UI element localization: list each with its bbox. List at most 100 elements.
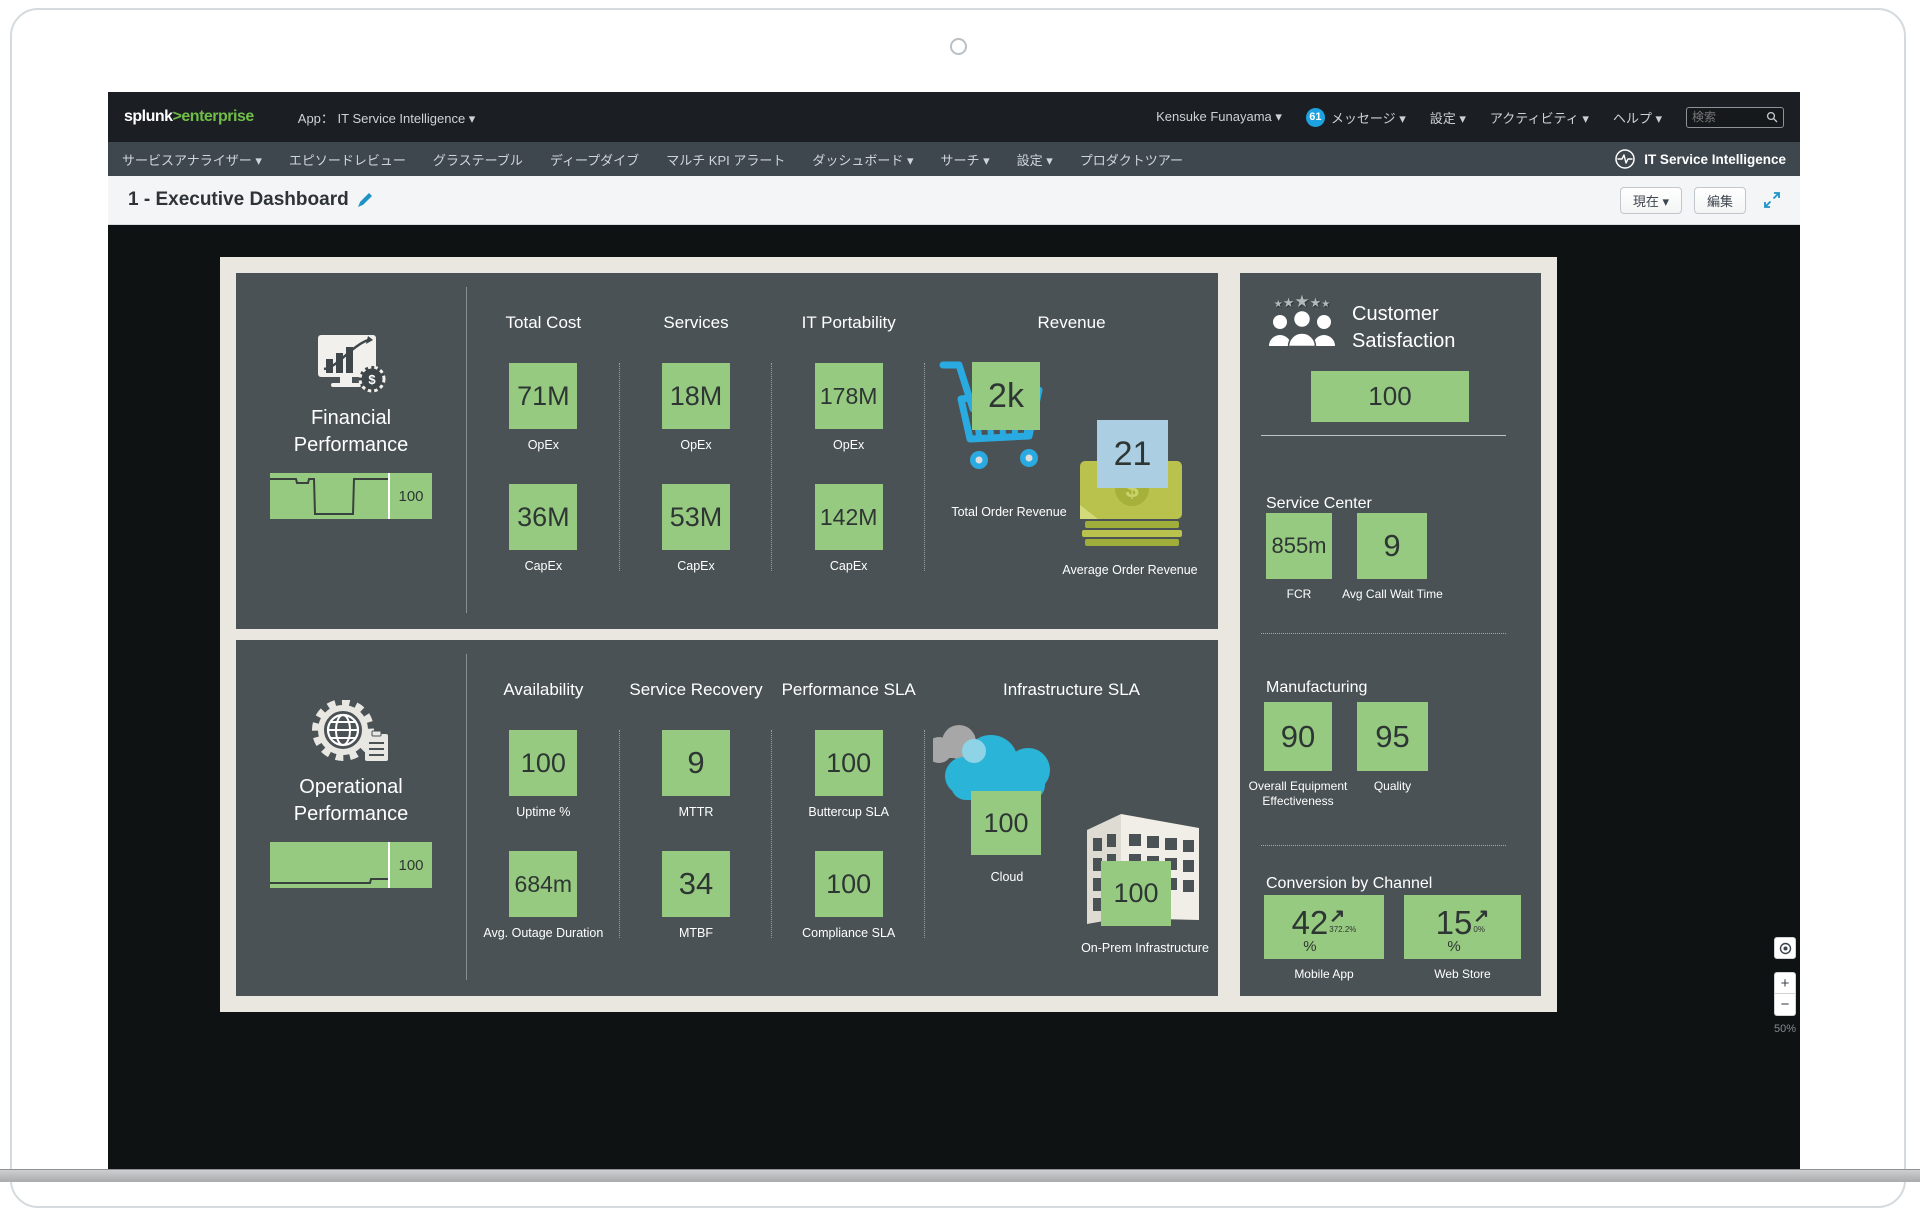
edit-button[interactable]: 編集 [1694,187,1746,214]
zoom-in-button[interactable]: + [1774,972,1796,994]
kpi-label: Total Order Revenue [925,505,1093,519]
nav-search[interactable]: サーチ ▾ [941,150,990,169]
nav-deep-dive[interactable]: ディープダイブ [550,150,639,169]
svg-text:$: $ [368,372,376,387]
app-menu[interactable]: App： IT Service Intelligence ▾ [298,108,476,127]
kpi-box-customer-satisfaction[interactable]: 100 [1311,371,1469,422]
kpi-label: OpEx [680,438,711,452]
column-header: IT Portability [802,313,896,333]
global-search[interactable] [1686,107,1784,128]
search-icon [1766,111,1778,123]
availability-column: Availability 100 Uptime % 684m Avg. Outa… [467,640,620,996]
kpi-box-web-store-conversion[interactable]: 15 % ↗ 0% [1404,895,1521,959]
operational-performance-icon [309,700,393,764]
kpi-box-total-cost-opex[interactable]: 71M [509,363,577,429]
fullscreen-expand-icon[interactable] [1764,192,1780,208]
recenter-target-button[interactable] [1774,937,1796,959]
conversion-number: 42 [1292,907,1329,939]
kpi-box-avg-call-wait[interactable]: 9 [1357,513,1427,579]
help-menu[interactable]: ヘルプ ▾ [1613,108,1662,127]
kpi-label: CapEx [677,559,715,573]
operational-health-sparkline[interactable]: 100 [270,842,432,888]
pulse-icon [1614,148,1636,170]
kpi-box-cloud-sla[interactable]: 100 [971,791,1041,855]
trend-percent: 0% [1473,925,1485,934]
settings-menu[interactable]: 設定 ▾ [1430,108,1466,127]
kpi-box-services-opex[interactable]: 18M [662,363,730,429]
column-header: Performance SLA [782,680,916,700]
splunk-logo[interactable]: splunk>enterprise [124,108,254,126]
kpi-box-quality[interactable]: 95 [1357,702,1428,771]
camera-dot [950,38,967,55]
infrastructure-sla-header: Infrastructure SLA [925,640,1218,700]
kpi-box-services-capex[interactable]: 53M [662,484,730,550]
customer-satisfaction-icon: ★★★★★ [1262,295,1342,347]
nav-service-analyzer[interactable]: サービスアナライザー ▾ [122,150,262,169]
financial-kpi-columns: Total Cost 71M OpEx 36M CapEx Services 1… [467,273,925,629]
kpi-box-mttr[interactable]: 9 [662,730,730,796]
current-time-range-button[interactable]: 現在 ▾ [1620,187,1682,214]
messages-label: メッセージ ▾ [1331,108,1406,127]
nav-glass-table[interactable]: グラステーブル [433,150,523,169]
service-recovery-column: Service Recovery 9 MTTR 34 MTBF [620,640,773,996]
trend-up-arrow-icon: ↗ [1329,908,1345,925]
total-cost-column: Total Cost 71M OpEx 36M CapEx [467,273,620,629]
sparkline-trace [270,473,388,519]
kpi-label: Mobile App [1264,967,1384,981]
kpi-label: CapEx [525,559,563,573]
user-menu[interactable]: Kensuke Funayama ▾ [1156,109,1282,125]
page-title: 1 - Executive Dashboard [128,189,349,211]
kpi-box-total-cost-capex[interactable]: 36M [509,484,577,550]
app-nav-bar: サービスアナライザー ▾ エピソードレビュー グラステーブル ディープダイブ マ… [108,142,1800,176]
kpi-label: Buttercup SLA [808,805,889,819]
financial-health-sparkline[interactable]: 100 [270,473,432,519]
edit-title-pencil-icon[interactable] [358,193,372,207]
kpi-box-it-portability-capex[interactable]: 142M [815,484,883,550]
conversion-value: 15 % ↗ 0% [1436,899,1490,955]
search-input[interactable] [1692,110,1766,124]
kpi-label: CapEx [830,559,868,573]
nav-product-tour[interactable]: プロダクトツアー [1080,150,1183,169]
kpi-box-total-order-revenue[interactable]: 2k [972,362,1040,430]
trend-up-arrow-icon: ↗ [1473,908,1489,925]
kpi-label: Compliance SLA [802,926,895,940]
kpi-box-mobile-app-conversion[interactable]: 42 % ↗ 372.2% [1264,895,1384,959]
nav-dashboards[interactable]: ダッシュボード ▾ [812,150,913,169]
nav-multi-kpi-alert[interactable]: マルチ KPI アラート [666,150,785,169]
kpi-box-uptime[interactable]: 100 [509,730,577,796]
nav-episode-review[interactable]: エピソードレビュー [289,150,406,169]
kpi-box-buttercup-sla[interactable]: 100 [815,730,883,796]
itsi-app-badge-label: IT Service Intelligence [1644,152,1786,167]
performance-sla-column: Performance SLA 100 Buttercup SLA 100 Co… [772,640,925,996]
section-divider [1261,435,1506,436]
customer-satisfaction-panel: ★★★★★ Customer Satisfaction [1240,273,1541,996]
executive-dashboard-glass-table: $ Financial Performance 100 [220,257,1557,1012]
kpi-box-mtbf[interactable]: 34 [662,851,730,917]
kpi-label: Overall Equipment Effectiveness [1240,779,1364,809]
messages-menu[interactable]: 61 メッセージ ▾ [1306,108,1406,127]
kpi-label: Avg Call Wait Time [1320,587,1465,601]
kpi-box-compliance-sla[interactable]: 100 [815,851,883,917]
infrastructure-sla-zone: Infrastructure SLA 100 Cloud [925,640,1218,996]
kpi-box-avg-outage-duration[interactable]: 684m [509,851,577,917]
title-bar-actions: 現在 ▾ 編集 [1620,187,1780,214]
it-portability-column: IT Portability 178M OpEx 142M CapEx [772,273,925,629]
kpi-label: Quality [1357,779,1428,793]
people-icon [1266,309,1338,347]
nav-settings[interactable]: 設定 ▾ [1017,150,1053,169]
manufacturing-title: Manufacturing [1266,679,1367,697]
kpi-box-oee[interactable]: 90 [1264,702,1332,771]
column-header: Services [663,313,728,333]
activity-menu[interactable]: アクティビティ ▾ [1490,108,1589,127]
column-header: Service Recovery [629,680,762,700]
kpi-box-onprem-sla[interactable]: 100 [1101,861,1171,926]
device-base [0,1169,1920,1182]
kpi-label: On-Prem Infrastructure [1075,941,1215,955]
revenue-zone: Revenue 2k Total Order Revenue [925,273,1218,629]
kpi-box-average-order-revenue[interactable]: 21 [1097,420,1168,488]
zoom-out-button[interactable]: − [1774,994,1796,1016]
kpi-box-fcr[interactable]: 855m [1266,513,1332,579]
kpi-label: OpEx [833,438,864,452]
kpi-box-it-portability-opex[interactable]: 178M [815,363,883,429]
splunk-app-window: splunk>enterprise App： IT Service Intell… [108,92,1800,1172]
